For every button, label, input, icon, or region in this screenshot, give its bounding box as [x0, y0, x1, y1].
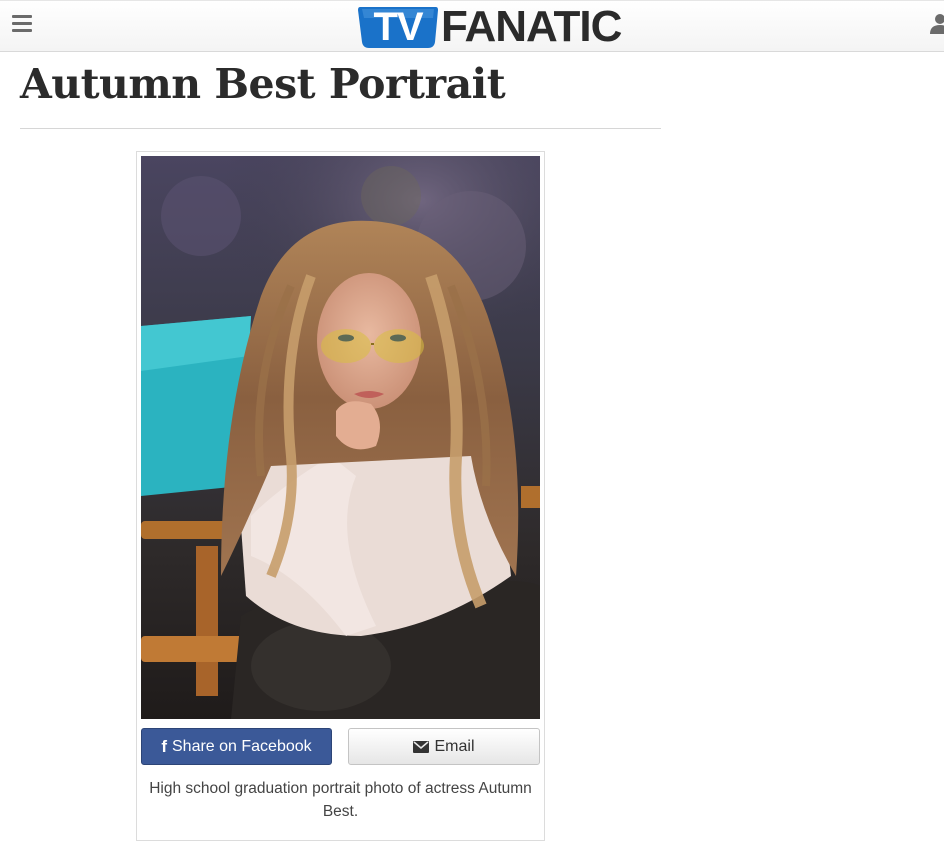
facebook-icon: f [161, 736, 167, 756]
page-title: Autumn Best Portrait [20, 60, 506, 108]
site-logo[interactable]: TV FANATIC [356, 2, 622, 51]
share-facebook-label: Share on Facebook [172, 737, 312, 755]
user-icon[interactable] [930, 13, 944, 35]
photo-caption: High school graduation portrait photo of… [149, 780, 532, 820]
share-facebook-button[interactable]: f Share on Facebook [141, 728, 332, 765]
logo-tv-text: TV [373, 4, 423, 49]
share-email-label: Email [434, 737, 475, 755]
title-divider [20, 128, 661, 129]
envelope-icon [413, 740, 430, 753]
site-header: TV FANATIC [0, 0, 944, 52]
hamburger-menu-icon[interactable] [12, 15, 32, 33]
portrait-photo [141, 156, 540, 719]
share-email-button[interactable]: Email [348, 728, 540, 765]
logo-tv-badge: TV [356, 4, 440, 50]
logo-fanatic-text: FANATIC [441, 2, 622, 51]
